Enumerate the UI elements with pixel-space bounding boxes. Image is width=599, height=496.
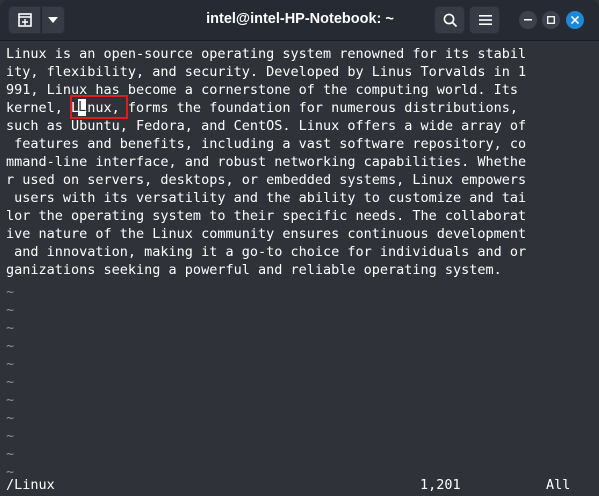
terminal-line: Linux is an open-source operating system… xyxy=(6,46,527,62)
chevron-down-icon xyxy=(48,17,58,23)
terminal-line: features and benefits, including a vast … xyxy=(6,136,527,152)
minimize-button[interactable] xyxy=(519,11,537,29)
empty-line-tilde: ~ xyxy=(6,338,15,354)
status-position: 1,201 xyxy=(420,477,461,493)
terminal-line: and innovation, making it a go-to choice… xyxy=(6,244,527,260)
close-icon xyxy=(571,16,579,24)
status-search: /Linux xyxy=(6,477,55,493)
title-bar[interactable]: intel@intel-HP-Notebook: ~ xyxy=(0,0,599,41)
empty-line-tilde: ~ xyxy=(6,356,15,372)
menu-button[interactable] xyxy=(469,6,500,34)
terminal-line: lor the operating system to their specif… xyxy=(6,208,527,224)
new-tab-icon xyxy=(18,13,32,27)
terminal-line: such as Ubuntu, Fedora, and CentOS. Linu… xyxy=(6,118,527,134)
empty-line-tilde: ~ xyxy=(6,446,15,462)
maximize-button[interactable] xyxy=(542,11,560,29)
empty-line-tilde: ~ xyxy=(6,428,15,444)
empty-line-tilde: ~ xyxy=(6,320,15,336)
terminal-line: mmand-line interface, and robust network… xyxy=(6,154,527,170)
hamburger-menu-icon xyxy=(479,15,492,25)
terminal-window: intel@intel-HP-Notebook: ~ Linux is an o… xyxy=(0,0,599,496)
close-button[interactable] xyxy=(566,11,584,29)
cursor-char: L xyxy=(78,99,87,115)
window-title: intel@intel-HP-Notebook: ~ xyxy=(206,11,394,27)
search-icon xyxy=(443,13,458,28)
minimize-icon xyxy=(524,19,532,21)
empty-line-tilde: ~ xyxy=(6,284,15,300)
terminal-line: ity, flexibility, and security. Develope… xyxy=(6,64,527,80)
terminal-line: ive nature of the Linux community ensure… xyxy=(6,226,527,242)
terminal-line: r used on servers, desktops, or embedded… xyxy=(6,172,527,188)
terminal-line: users with its versatility and the abili… xyxy=(6,190,527,206)
search-button[interactable] xyxy=(434,6,465,34)
status-scroll: All xyxy=(546,477,571,493)
empty-line-tilde: ~ xyxy=(6,410,15,426)
new-tab-button[interactable] xyxy=(8,6,41,34)
tab-menu-button[interactable] xyxy=(41,6,65,34)
empty-line-tilde: ~ xyxy=(6,392,15,408)
empty-line-tilde: ~ xyxy=(6,374,15,390)
maximize-icon xyxy=(547,16,555,24)
terminal-line: ganizations seeking a powerful and relia… xyxy=(6,262,502,278)
empty-line-tilde: ~ xyxy=(6,302,15,318)
